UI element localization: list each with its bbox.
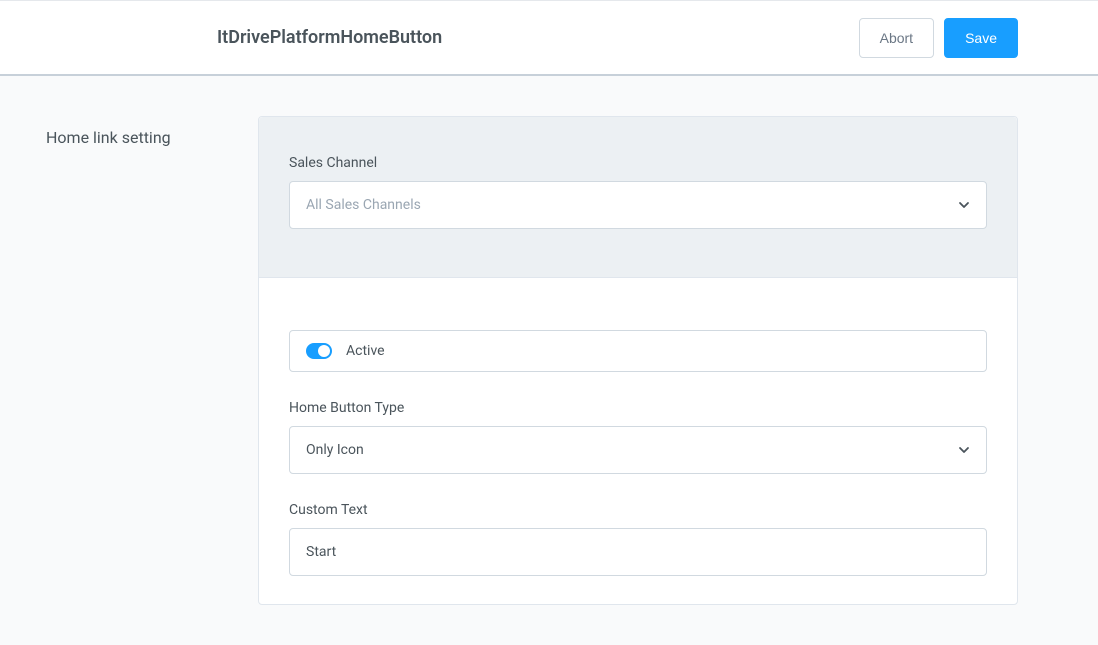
main-panel: Sales Channel All Sales Channels Active bbox=[258, 116, 1018, 605]
sales-channel-select-wrapper: All Sales Channels bbox=[289, 181, 987, 229]
active-label: Active bbox=[346, 343, 385, 359]
sales-channel-label: Sales Channel bbox=[289, 155, 987, 171]
settings-card: Sales Channel All Sales Channels Active bbox=[258, 116, 1018, 605]
toggle-knob bbox=[318, 345, 330, 357]
settings-body: Active Home Button Type Only Icon Custom… bbox=[259, 278, 1017, 604]
content-area: Home link setting Sales Channel All Sale… bbox=[0, 76, 1098, 645]
custom-text-input[interactable] bbox=[289, 528, 987, 576]
active-row: Active bbox=[289, 330, 987, 372]
custom-text-label: Custom Text bbox=[289, 502, 987, 518]
home-button-type-label: Home Button Type bbox=[289, 400, 987, 416]
header-actions: Abort Save bbox=[859, 18, 1018, 58]
sales-channel-section: Sales Channel All Sales Channels bbox=[259, 117, 1017, 278]
page-title: ItDrivePlatformHomeButton bbox=[217, 27, 859, 48]
sales-channel-select[interactable]: All Sales Channels bbox=[289, 181, 987, 229]
active-toggle[interactable] bbox=[306, 343, 332, 359]
custom-text-block: Custom Text bbox=[289, 502, 987, 576]
save-button[interactable]: Save bbox=[944, 18, 1018, 58]
home-button-type-select[interactable]: Only Icon bbox=[289, 426, 987, 474]
home-button-type-block: Home Button Type Only Icon bbox=[289, 400, 987, 474]
home-button-type-select-wrapper: Only Icon bbox=[289, 426, 987, 474]
section-label: Home link setting bbox=[46, 116, 218, 605]
abort-button[interactable]: Abort bbox=[859, 18, 934, 58]
page-header: ItDrivePlatformHomeButton Abort Save bbox=[0, 0, 1098, 76]
